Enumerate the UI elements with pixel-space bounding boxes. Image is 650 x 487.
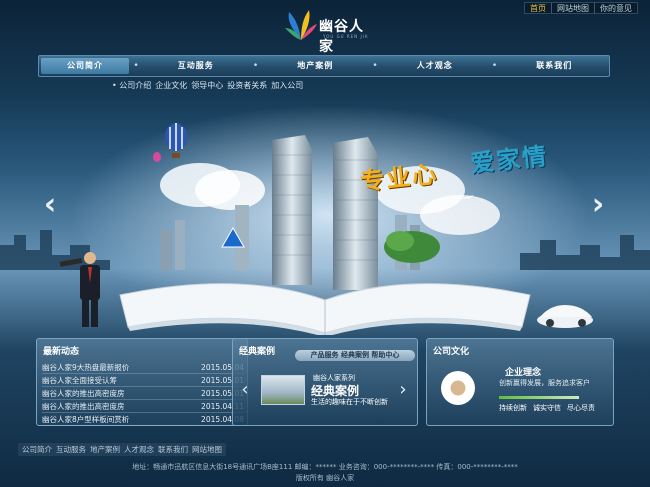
main-nav: 公司简介 • 互动服务 • 地产案例 • 人才观念 • 联系我们	[38, 55, 610, 77]
footer-link-company[interactable]: 公司简介	[22, 444, 52, 455]
footer-address: 地址：畅通市迅航区信息大街18号通讯广场B座111 邮编：****** 业务咨询…	[132, 463, 518, 471]
list-item[interactable]: 幽谷人家全面接受认筹 2015.05.01	[42, 374, 244, 387]
news-text[interactable]: 幽谷人家9大热盘最新报价	[42, 361, 129, 373]
news-title: 最新动态	[43, 347, 80, 357]
leaf-logo-icon	[285, 10, 317, 40]
top-link-home[interactable]: 首页	[525, 3, 551, 13]
footer-link-sitemap[interactable]: 网站地图	[192, 444, 222, 455]
case-description: 生活的趣味在于不断创新	[311, 398, 388, 406]
culture-title: 公司文化	[433, 347, 470, 357]
top-links: 首页 网站地图 你的意见	[524, 2, 638, 14]
nav-item-talent[interactable]: 人才观念	[380, 56, 490, 76]
cases-tag-strip[interactable]: 产品服务 经典案例 帮助中心	[295, 350, 415, 361]
banner-prev-arrow[interactable]: ‹	[40, 188, 60, 222]
footer-link-cases[interactable]: 地产案例	[90, 444, 120, 455]
footer-link-talent[interactable]: 人才观念	[124, 444, 154, 455]
culture-panel: 公司文化 企业理念 创新赢得发展，服务追求客户 持续创新 诚实守信 尽心尽责	[426, 338, 614, 426]
culture-heading: 企业理念	[505, 368, 542, 378]
footer-link-service[interactable]: 互动服务	[56, 444, 86, 455]
list-item[interactable]: 幽谷人家的推出高密度房 2015.05.01	[42, 387, 244, 400]
top-link-sitemap[interactable]: 网站地图	[551, 3, 594, 13]
case-thumbnail[interactable]	[261, 375, 305, 405]
nav-item-company[interactable]: 公司简介	[41, 58, 129, 74]
subnav-item-investors[interactable]: 投资者关系	[227, 80, 267, 94]
nav-item-contact[interactable]: 联系我们	[500, 56, 610, 76]
culture-divider	[499, 396, 579, 399]
cases-next-arrow[interactable]: ›	[397, 379, 409, 401]
nav-separator: •	[252, 61, 259, 71]
top-link-feedback[interactable]: 你的意见	[594, 3, 637, 13]
subnav-item-culture[interactable]: 企业文化	[155, 80, 187, 94]
news-list: 幽谷人家9大热盘最新报价 2015.05.04 幽谷人家全面接受认筹 2015.05…	[42, 361, 244, 426]
news-text[interactable]: 幽谷人家的推出高密度房	[42, 400, 125, 412]
subnav-item-intro[interactable]: • 公司介绍	[112, 80, 151, 94]
footer-link-contact[interactable]: 联系我们	[158, 444, 188, 455]
news-text[interactable]: 幽谷人家8户型样板间赏析	[42, 413, 129, 425]
nav-separator: •	[133, 61, 139, 71]
footer-links: 公司简介 互动服务 地产案例 人才观念 联系我们 网站地图	[18, 443, 226, 456]
culture-links: 持续创新 诚实守信 尽心尽责	[499, 403, 595, 413]
cases-panel: 经典案例 产品服务 经典案例 帮助中心 ‹ 幽谷人家系列 经典案例 生活的趣味在…	[232, 338, 418, 426]
footer-copyright: 版权所有 幽谷人家	[295, 474, 355, 482]
logo-subtitle: YOU GU REN JIA	[323, 34, 369, 39]
subnav-item-join[interactable]: 加入公司	[271, 80, 303, 94]
culture-link-responsibility[interactable]: 尽心尽责	[567, 403, 595, 413]
page: 首页 网站地图 你的意见 幽谷人家 YOU GU REN JIA 公司简介 • …	[0, 0, 650, 487]
banner-illustration	[0, 105, 650, 335]
sub-nav: • 公司介绍 企业文化 领导中心 投资者关系 加入公司	[112, 80, 303, 94]
subnav-item-leaders[interactable]: 领导中心	[191, 80, 223, 94]
coffee-cup-icon	[441, 371, 475, 405]
list-item[interactable]: 幽谷人家9大热盘最新报价 2015.05.04	[42, 361, 244, 374]
culture-link-innovation[interactable]: 持续创新	[499, 403, 527, 413]
list-item[interactable]: 幽谷人家的推出高密度房 2015.04.11	[42, 400, 244, 413]
culture-text: 创新赢得发展，服务追求客户	[499, 379, 590, 387]
car-figure	[537, 305, 593, 328]
nav-separator: •	[491, 61, 498, 71]
news-text[interactable]: 幽谷人家全面接受认筹	[42, 374, 117, 386]
nav-item-service[interactable]: 互动服务	[141, 56, 251, 76]
site-logo[interactable]: 幽谷人家 YOU GU REN JIA	[283, 6, 373, 55]
cases-title: 经典案例	[239, 347, 276, 357]
news-panel: 最新动态 幽谷人家9大热盘最新报价 2015.05.04 幽谷人家全面接受认筹 20…	[36, 338, 248, 426]
cases-prev-arrow[interactable]: ‹	[239, 379, 251, 401]
nav-item-cases[interactable]: 地产案例	[261, 56, 371, 76]
culture-link-integrity[interactable]: 诚实守信	[533, 403, 561, 413]
banner-next-arrow[interactable]: ›	[588, 188, 608, 222]
list-item[interactable]: 幽谷人家8户型样板间赏析 2015.04.08	[42, 413, 244, 426]
news-text[interactable]: 幽谷人家的推出高密度房	[42, 387, 125, 399]
nav-separator: •	[372, 61, 378, 71]
